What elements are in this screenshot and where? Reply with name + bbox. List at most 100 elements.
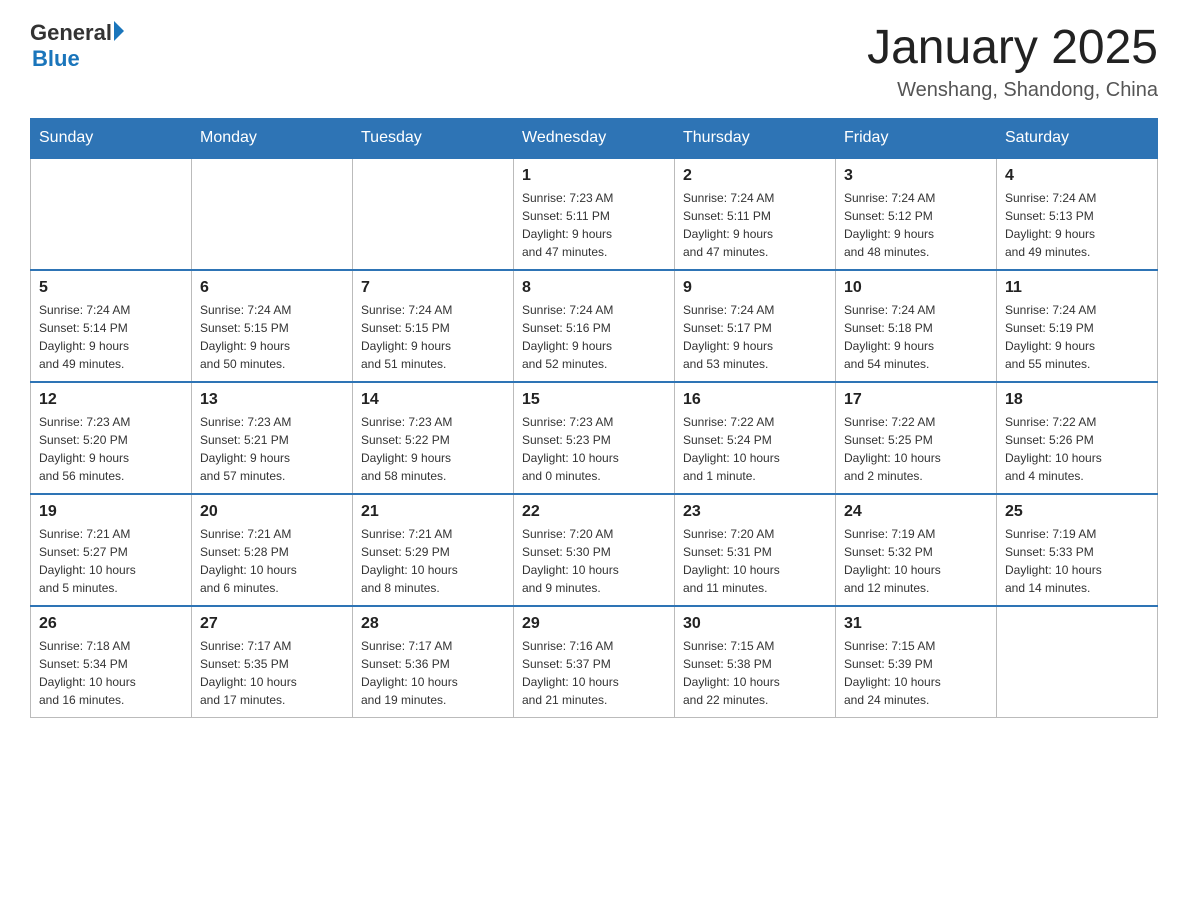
day-number: 9 (683, 279, 827, 297)
day-info: Sunrise: 7:23 AMSunset: 5:23 PMDaylight:… (522, 413, 666, 485)
day-info: Sunrise: 7:21 AMSunset: 5:29 PMDaylight:… (361, 525, 505, 597)
calendar-cell: 27 Sunrise: 7:17 AMSunset: 5:35 PMDayligh… (192, 606, 353, 718)
calendar-cell: 7Sunrise: 7:24 AMSunset: 5:15 PMDaylight… (353, 270, 514, 382)
calendar-cell: 25 Sunrise: 7:19 AMSunset: 5:33 PMDayligh… (997, 494, 1158, 606)
calendar-cell: 2Sunrise: 7:24 AMSunset: 5:11 PMDaylight… (675, 158, 836, 270)
day-number: 3 (844, 167, 988, 185)
day-number: 21 (361, 503, 505, 521)
logo-text-blue: Blue (32, 46, 80, 72)
day-of-week-thursday: Thursday (675, 119, 836, 159)
day-number: 23 (683, 503, 827, 521)
calendar-cell (31, 158, 192, 270)
day-info: Sunrise: 7:24 AMSunset: 5:17 PMDaylight:… (683, 301, 827, 373)
day-info: Sunrise: 7:23 AMSunset: 5:21 PMDaylight:… (200, 413, 344, 485)
calendar-cell (192, 158, 353, 270)
calendar-header: SundayMondayTuesdayWednesdayThursdayFrid… (31, 119, 1158, 159)
day-info: Sunrise: 7:19 AMSunset: 5:33 PMDaylight:… (1005, 525, 1149, 597)
week-row-1: 1Sunrise: 7:23 AMSunset: 5:11 PMDaylight… (31, 158, 1158, 270)
day-of-week-sunday: Sunday (31, 119, 192, 159)
week-row-4: 19 Sunrise: 7:21 AMSunset: 5:27 PMDayligh… (31, 494, 1158, 606)
day-number: 7 (361, 279, 505, 297)
day-number: 31 (844, 615, 988, 633)
day-number: 8 (522, 279, 666, 297)
day-number: 13 (200, 391, 344, 409)
day-info: Sunrise: 7:22 AMSunset: 5:26 PMDaylight:… (1005, 413, 1149, 485)
title-section: January 2025 Wenshang, Shandong, China (867, 20, 1158, 102)
day-info: Sunrise: 7:24 AMSunset: 5:16 PMDaylight:… (522, 301, 666, 373)
day-info: Sunrise: 7:17 AMSunset: 5:36 PMDaylight:… (361, 637, 505, 709)
calendar-cell: 14Sunrise: 7:23 AMSunset: 5:22 PMDayligh… (353, 382, 514, 494)
calendar-cell: 6Sunrise: 7:24 AMSunset: 5:15 PMDaylight… (192, 270, 353, 382)
day-number: 30 (683, 615, 827, 633)
day-info: Sunrise: 7:23 AMSunset: 5:11 PMDaylight:… (522, 189, 666, 261)
day-info: Sunrise: 7:22 AMSunset: 5:24 PMDaylight:… (683, 413, 827, 485)
day-info: Sunrise: 7:18 AMSunset: 5:34 PMDaylight:… (39, 637, 183, 709)
day-number: 4 (1005, 167, 1149, 185)
day-info: Sunrise: 7:15 AMSunset: 5:39 PMDaylight:… (844, 637, 988, 709)
day-number: 20 (200, 503, 344, 521)
calendar-cell: 13 Sunrise: 7:23 AMSunset: 5:21 PMDayligh… (192, 382, 353, 494)
day-number: 29 (522, 615, 666, 633)
calendar-cell: 16 Sunrise: 7:22 AMSunset: 5:24 PMDayligh… (675, 382, 836, 494)
calendar-subtitle: Wenshang, Shandong, China (867, 79, 1158, 102)
day-number: 25 (1005, 503, 1149, 521)
calendar-cell: 26 Sunrise: 7:18 AMSunset: 5:34 PMDayligh… (31, 606, 192, 718)
calendar-cell: 1Sunrise: 7:23 AMSunset: 5:11 PMDaylight… (514, 158, 675, 270)
day-number: 22 (522, 503, 666, 521)
day-info: Sunrise: 7:22 AMSunset: 5:25 PMDaylight:… (844, 413, 988, 485)
day-of-week-saturday: Saturday (997, 119, 1158, 159)
calendar-cell: 23 Sunrise: 7:20 AMSunset: 5:31 PMDayligh… (675, 494, 836, 606)
day-number: 11 (1005, 279, 1149, 297)
day-info: Sunrise: 7:20 AMSunset: 5:31 PMDaylight:… (683, 525, 827, 597)
logo: General Blue (30, 20, 124, 72)
day-info: Sunrise: 7:23 AMSunset: 5:22 PMDaylight:… (361, 413, 505, 485)
day-info: Sunrise: 7:24 AMSunset: 5:12 PMDaylight:… (844, 189, 988, 261)
calendar-cell: 24Sunrise: 7:19 AMSunset: 5:32 PMDayligh… (836, 494, 997, 606)
calendar-cell: 29 Sunrise: 7:16 AMSunset: 5:37 PMDayligh… (514, 606, 675, 718)
day-number: 17 (844, 391, 988, 409)
calendar-title: January 2025 (867, 20, 1158, 75)
calendar-cell: 10 Sunrise: 7:24 AMSunset: 5:18 PMDayligh… (836, 270, 997, 382)
calendar-cell: 5Sunrise: 7:24 AMSunset: 5:14 PMDaylight… (31, 270, 192, 382)
day-number: 18 (1005, 391, 1149, 409)
day-number: 12 (39, 391, 183, 409)
logo-text-general: General (30, 20, 112, 46)
day-number: 6 (200, 279, 344, 297)
week-row-3: 12 Sunrise: 7:23 AMSunset: 5:20 PMDayligh… (31, 382, 1158, 494)
calendar-cell: 19 Sunrise: 7:21 AMSunset: 5:27 PMDayligh… (31, 494, 192, 606)
day-info: Sunrise: 7:17 AMSunset: 5:35 PMDaylight:… (200, 637, 344, 709)
day-of-week-friday: Friday (836, 119, 997, 159)
calendar-cell: 18 Sunrise: 7:22 AMSunset: 5:26 PMDayligh… (997, 382, 1158, 494)
day-info: Sunrise: 7:24 AMSunset: 5:18 PMDaylight:… (844, 301, 988, 373)
day-info: Sunrise: 7:23 AMSunset: 5:20 PMDaylight:… (39, 413, 183, 485)
calendar-body: 1Sunrise: 7:23 AMSunset: 5:11 PMDaylight… (31, 158, 1158, 718)
day-number: 5 (39, 279, 183, 297)
day-info: Sunrise: 7:21 AMSunset: 5:27 PMDaylight:… (39, 525, 183, 597)
day-number: 27 (200, 615, 344, 633)
day-number: 19 (39, 503, 183, 521)
calendar-table: SundayMondayTuesdayWednesdayThursdayFrid… (30, 118, 1158, 718)
calendar-cell: 28Sunrise: 7:17 AMSunset: 5:36 PMDayligh… (353, 606, 514, 718)
page-header: General Blue January 2025 Wenshang, Shan… (30, 20, 1158, 102)
calendar-cell: 3 Sunrise: 7:24 AMSunset: 5:12 PMDaylight… (836, 158, 997, 270)
day-of-week-wednesday: Wednesday (514, 119, 675, 159)
day-info: Sunrise: 7:15 AMSunset: 5:38 PMDaylight:… (683, 637, 827, 709)
day-info: Sunrise: 7:24 AMSunset: 5:13 PMDaylight:… (1005, 189, 1149, 261)
day-number: 10 (844, 279, 988, 297)
day-of-week-tuesday: Tuesday (353, 119, 514, 159)
day-number: 2 (683, 167, 827, 185)
day-of-week-monday: Monday (192, 119, 353, 159)
logo-triangle-icon (114, 21, 124, 41)
calendar-cell (353, 158, 514, 270)
day-info: Sunrise: 7:20 AMSunset: 5:30 PMDaylight:… (522, 525, 666, 597)
days-of-week-row: SundayMondayTuesdayWednesdayThursdayFrid… (31, 119, 1158, 159)
day-info: Sunrise: 7:16 AMSunset: 5:37 PMDaylight:… (522, 637, 666, 709)
calendar-cell: 20 Sunrise: 7:21 AMSunset: 5:28 PMDayligh… (192, 494, 353, 606)
day-info: Sunrise: 7:21 AMSunset: 5:28 PMDaylight:… (200, 525, 344, 597)
calendar-cell (997, 606, 1158, 718)
calendar-cell: 9 Sunrise: 7:24 AMSunset: 5:17 PMDaylight… (675, 270, 836, 382)
calendar-cell: 15Sunrise: 7:23 AMSunset: 5:23 PMDayligh… (514, 382, 675, 494)
day-number: 26 (39, 615, 183, 633)
week-row-2: 5Sunrise: 7:24 AMSunset: 5:14 PMDaylight… (31, 270, 1158, 382)
day-number: 16 (683, 391, 827, 409)
